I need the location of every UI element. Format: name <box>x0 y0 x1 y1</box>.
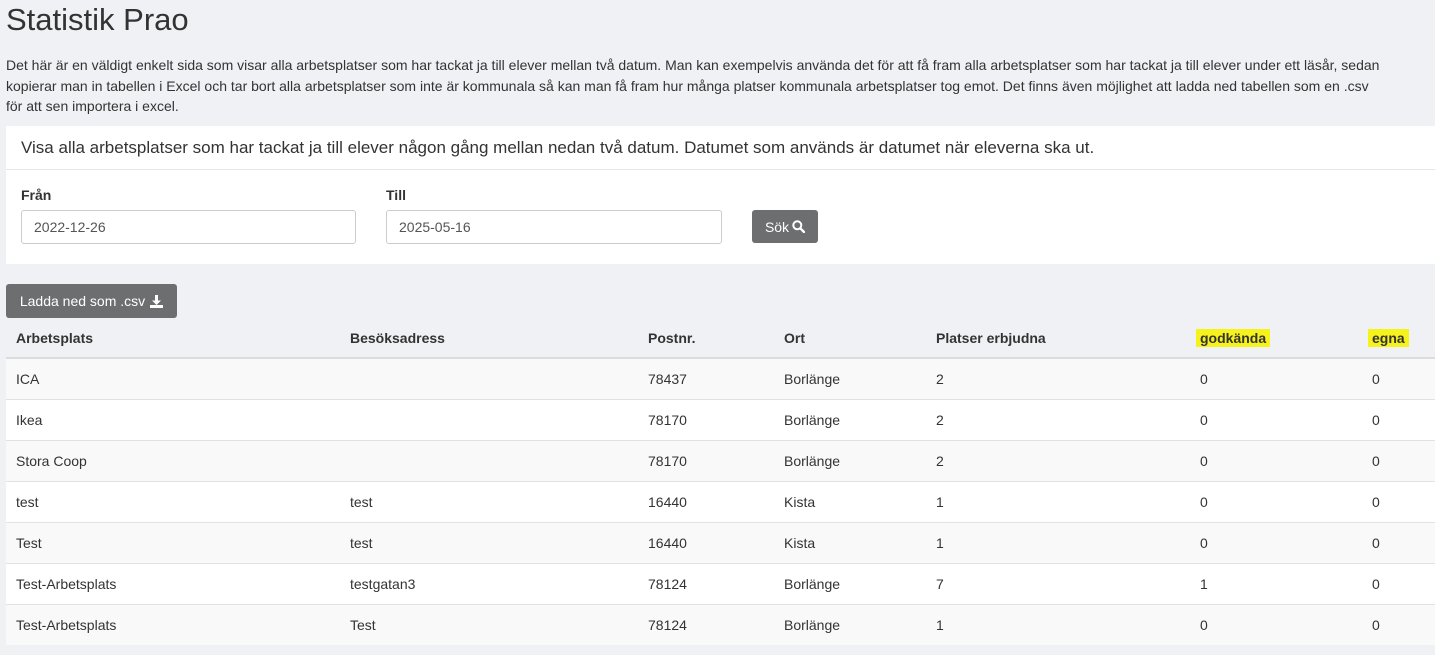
header-egna[interactable]: egna <box>1362 318 1435 359</box>
godkanda-highlight: godkända <box>1196 328 1271 347</box>
cell-ort: Borlänge <box>774 439 926 481</box>
header-postnr[interactable]: Postnr. <box>638 318 774 359</box>
table-row: ICA 78437 Borlänge 2 0 0 <box>6 357 1435 399</box>
from-label: Från <box>21 187 52 203</box>
table-row: Test-Arbetsplats testgatan3 78124 Borlän… <box>6 562 1435 604</box>
search-icon <box>792 220 806 233</box>
cell-egna: 0 <box>1362 357 1435 399</box>
cell-ort: Borlänge <box>774 357 926 399</box>
filter-heading: Visa alla arbetsplatser som har tackat j… <box>6 126 1435 170</box>
cell-besoksadress <box>340 398 638 440</box>
cell-arbetsplats: ICA <box>6 357 340 399</box>
intro-line: för att sen importera i excel. <box>6 98 179 114</box>
cell-egna: 0 <box>1362 562 1435 604</box>
from-date-input[interactable] <box>21 210 356 244</box>
cell-egna: 0 <box>1362 398 1435 440</box>
cell-arbetsplats: Test <box>6 521 340 563</box>
cell-egna: 0 <box>1362 480 1435 522</box>
intro-line: kopierar man in tabellen i Excel och tar… <box>6 77 1369 94</box>
cell-godkanda: 0 <box>1190 480 1362 522</box>
to-label: Till <box>386 187 406 203</box>
cell-besoksadress: test <box>340 480 638 522</box>
cell-platser-erbjudna: 1 <box>926 603 1190 645</box>
cell-besoksadress <box>340 439 638 481</box>
to-date-input[interactable] <box>386 210 722 244</box>
table-row: Test test 16440 Kista 1 0 0 <box>6 521 1435 563</box>
cell-godkanda: 0 <box>1190 603 1362 645</box>
cell-egna: 0 <box>1362 521 1435 563</box>
cell-besoksadress: test <box>340 521 638 563</box>
results-table: Arbetsplats Besöksadress Postnr. Ort Pla… <box>6 318 1435 645</box>
cell-postnr: 78437 <box>638 357 774 399</box>
cell-ort: Kista <box>774 480 926 522</box>
table-header-row: Arbetsplats Besöksadress Postnr. Ort Pla… <box>6 318 1435 359</box>
cell-postnr: 78124 <box>638 562 774 604</box>
cell-postnr: 16440 <box>638 480 774 522</box>
cell-arbetsplats: Test-Arbetsplats <box>6 562 340 604</box>
cell-egna: 0 <box>1362 603 1435 645</box>
cell-besoksadress: testgatan3 <box>340 562 638 604</box>
cell-godkanda: 0 <box>1190 357 1362 399</box>
header-besoksadress[interactable]: Besöksadress <box>340 318 638 359</box>
cell-platser-erbjudna: 2 <box>926 398 1190 440</box>
download-icon <box>150 294 164 308</box>
table-row: test test 16440 Kista 1 0 0 <box>6 480 1435 522</box>
cell-godkanda: 0 <box>1190 398 1362 440</box>
table-row: Test-Arbetsplats Test 78124 Borlänge 1 0… <box>6 603 1435 645</box>
cell-ort: Kista <box>774 521 926 563</box>
cell-arbetsplats: Ikea <box>6 398 340 440</box>
cell-platser-erbjudna: 2 <box>926 439 1190 481</box>
egna-highlight: egna <box>1368 328 1409 347</box>
table-row: Ikea 78170 Borlänge 2 0 0 <box>6 398 1435 440</box>
cell-postnr: 78124 <box>638 603 774 645</box>
cell-platser-erbjudna: 1 <box>926 480 1190 522</box>
cell-arbetsplats: Test-Arbetsplats <box>6 603 340 645</box>
cell-platser-erbjudna: 7 <box>926 562 1190 604</box>
cell-godkanda: 0 <box>1190 439 1362 481</box>
header-ort[interactable]: Ort <box>774 318 926 359</box>
download-csv-button[interactable]: Ladda ned som .csv <box>6 284 177 318</box>
cell-ort: Borlänge <box>774 603 926 645</box>
page-title: Statistik Prao <box>6 2 189 37</box>
header-arbetsplats[interactable]: Arbetsplats <box>6 318 340 359</box>
search-button[interactable]: Sök <box>752 210 818 243</box>
cell-platser-erbjudna: 2 <box>926 357 1190 399</box>
table-row: Stora Coop 78170 Borlänge 2 0 0 <box>6 439 1435 481</box>
cell-besoksadress <box>340 357 638 399</box>
cell-platser-erbjudna: 1 <box>926 521 1190 563</box>
cell-egna: 0 <box>1362 439 1435 481</box>
cell-postnr: 78170 <box>638 398 774 440</box>
cell-godkanda: 1 <box>1190 562 1362 604</box>
cell-postnr: 78170 <box>638 439 774 481</box>
intro-line: Det här är en väldigt enkelt sida som vi… <box>6 57 1380 73</box>
date-filter-panel: Visa alla arbetsplatser som har tackat j… <box>6 126 1435 264</box>
cell-ort: Borlänge <box>774 398 926 440</box>
search-button-label: Sök <box>764 218 790 235</box>
intro-text: Det här är en väldigt enkelt sida som vi… <box>6 55 1435 117</box>
cell-postnr: 16440 <box>638 521 774 563</box>
download-csv-label: Ladda ned som .csv <box>19 293 146 309</box>
cell-godkanda: 0 <box>1190 521 1362 563</box>
cell-arbetsplats: test <box>6 480 340 522</box>
cell-arbetsplats: Stora Coop <box>6 439 340 481</box>
header-godkanda[interactable]: godkända <box>1190 318 1362 359</box>
cell-ort: Borlänge <box>774 562 926 604</box>
cell-besoksadress: Test <box>340 603 638 645</box>
header-platser-erbjudna[interactable]: Platser erbjudna <box>926 318 1190 359</box>
